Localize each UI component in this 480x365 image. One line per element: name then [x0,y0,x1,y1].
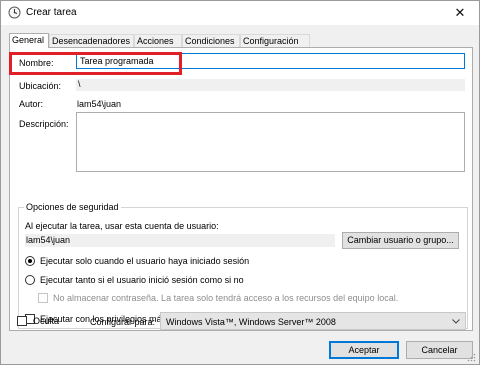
create-task-window: Crear tarea ✕ General Desencadenadores A… [0,0,480,365]
tab-general[interactable]: General [9,33,49,48]
no-store-password-checkbox[interactable] [38,293,48,303]
size-grip-icon[interactable] [467,353,476,362]
tab-settings[interactable]: Configuración [240,34,310,47]
security-options-legend: Opciones de seguridad [24,202,121,212]
author-label: Autor: [19,99,44,109]
configure-for-label: Configurar para: [90,317,156,327]
run-as-text: Al ejecutar la tarea, usar esta cuenta d… [25,221,219,231]
radio-whether-logged-on[interactable] [25,275,35,285]
highlight-box [9,52,182,75]
task-scheduler-icon [8,6,21,19]
hidden-checkbox[interactable] [17,316,27,326]
user-account-field: lam54\juan [25,234,335,247]
tab-conditions[interactable]: Condiciones [182,34,240,47]
radio-logged-on-label[interactable]: Ejecutar solo cuando el usuario haya ini… [40,256,249,266]
location-value: \ [78,79,81,89]
tab-actions[interactable]: Acciones [134,34,182,47]
window-title: Crear tarea [26,7,77,18]
location-field: \ [76,79,465,91]
description-field[interactable] [76,112,465,172]
tab-triggers[interactable]: Desencadenadores [49,34,134,47]
general-panel: Nombre: Tarea programada Ubicación: \ Au… [9,47,473,331]
no-store-password-label: No almacenar contraseña. La tarea solo t… [53,293,399,303]
dialog-body: General Desencadenadores Acciones Condic… [1,25,479,364]
location-label: Ubicación: [19,81,62,91]
change-user-button[interactable]: Cambiar usuario o grupo... [342,232,459,249]
configure-for-value: Windows Vista™, Windows Server™ 2008 [166,317,336,327]
ok-button[interactable]: Aceptar [329,341,399,359]
close-button[interactable]: ✕ [441,1,479,25]
hidden-label[interactable]: Oculta [33,316,59,326]
user-account-value: lam54\juan [26,235,71,245]
radio-whether-label[interactable]: Ejecutar tanto si el usuario inició sesi… [40,275,244,285]
chevron-down-icon [452,319,460,324]
title-bar: Crear tarea ✕ [1,1,479,25]
description-label: Descripción: [19,119,69,129]
configure-for-select[interactable]: Windows Vista™, Windows Server™ 2008 [160,312,466,330]
cancel-button[interactable]: Cancelar [406,341,473,359]
author-value: lam54\juan [77,99,122,109]
radio-logged-on-only[interactable] [25,256,35,266]
